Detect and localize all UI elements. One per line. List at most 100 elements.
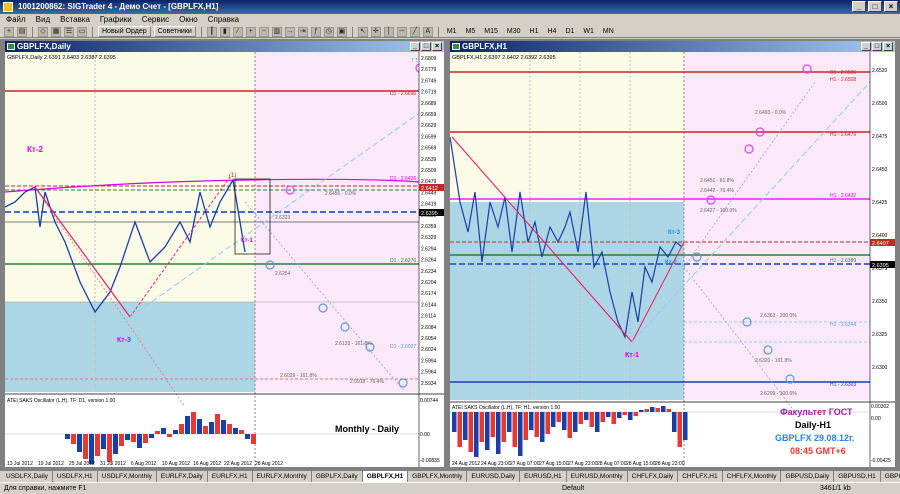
menu-help[interactable]: Справка: [208, 14, 239, 26]
status-help: Для справки, нажмите F1: [4, 485, 87, 492]
right-chart-minimize-button[interactable]: _: [861, 42, 871, 51]
new-chart-icon[interactable]: +: [4, 26, 14, 37]
chart-tabs: USDLFX,Daily USDLFX,H1 USDLFX,Monthly EURLF…: [0, 470, 900, 482]
indicators-icon[interactable]: ƒ: [310, 26, 321, 37]
tile-windows-icon[interactable]: ▥: [271, 26, 282, 37]
oscillator-bar: [179, 424, 184, 434]
timeframe-m1[interactable]: M1: [444, 26, 460, 37]
label-kt1: Кт-1: [241, 238, 254, 244]
horizontal-line-icon[interactable]: ─: [396, 26, 407, 37]
chart-tab[interactable]: CHFLFX,Daily: [628, 471, 679, 482]
oscillator-bar: [463, 412, 468, 440]
price-label: 2.6234: [421, 269, 437, 275]
maximize-button[interactable]: □: [868, 1, 882, 12]
chart-tab[interactable]: GBPUSD,Daily: [781, 471, 835, 482]
chart-tab[interactable]: USDLFX,Monthly: [98, 471, 157, 482]
left-chart-close-button[interactable]: ×: [432, 42, 442, 51]
timeframe-mn[interactable]: MN: [600, 26, 617, 37]
left-chart-canvas: GBPLFX,Daily 2.6391 2.6403 2.6387 2.6395…: [5, 52, 444, 467]
trendline-icon[interactable]: ╱: [409, 26, 420, 37]
chart-tab[interactable]: CHFLFX,Monthly: [723, 471, 782, 482]
label-d1-top: D1 - 2.6696: [390, 91, 416, 97]
chart-tab[interactable]: EURLFX,H1: [208, 471, 253, 482]
timeframe-m15[interactable]: M15: [481, 26, 501, 37]
chart-shift-icon[interactable]: ⇥: [297, 26, 308, 37]
timeframe-w1[interactable]: W1: [580, 26, 597, 37]
right-chart-window[interactable]: GBPLFX,H1 _ □ × GBPLFX,H1 2.6397 2.6402 …: [449, 40, 896, 468]
chart-tab[interactable]: GBPUSD,Monthly: [881, 471, 900, 482]
date-label: 16 Aug 2012: [193, 461, 221, 467]
price-label: 2.6475: [872, 134, 888, 140]
left-chart-controls: _ □ ×: [410, 42, 442, 51]
oscillator-bar: [221, 420, 226, 434]
right-chart-maximize-button[interactable]: □: [872, 42, 882, 51]
menu-insert[interactable]: Вставка: [60, 14, 90, 26]
timeframe-d1[interactable]: D1: [562, 26, 577, 37]
chart-tab[interactable]: GBPLFX,Daily: [312, 471, 363, 482]
oscillator-bar: [71, 434, 76, 444]
timeframe-m30[interactable]: M30: [504, 26, 524, 37]
periods-icon[interactable]: ◷: [323, 26, 334, 37]
left-chart-window[interactable]: GBPLFX,Daily _ □ × GBPLFX,Daily 2.6391 2…: [4, 40, 445, 468]
advisors-button[interactable]: Советники: [153, 26, 196, 37]
left-chart-maximize-button[interactable]: □: [421, 42, 431, 51]
label-fib2: 2.6029 - 161.8%: [280, 373, 317, 379]
line-chart-icon[interactable]: ∕: [232, 26, 243, 37]
chart-tab[interactable]: EURLFX,Daily: [157, 471, 208, 482]
menu-tools[interactable]: Сервис: [142, 14, 169, 26]
menu-window[interactable]: Окно: [179, 14, 198, 26]
bar-chart-icon[interactable]: ┃: [206, 26, 217, 37]
window-controls: _ □ ×: [852, 1, 898, 12]
oscillator-bar: [185, 416, 190, 434]
chart-tab[interactable]: USDLFX,H1: [53, 471, 98, 482]
zoom-out-icon[interactable]: −: [258, 26, 269, 37]
right-chart-close-button[interactable]: ×: [883, 42, 893, 51]
new-order-button[interactable]: Новый Ордер: [98, 26, 151, 37]
vertical-line-icon[interactable]: │: [383, 26, 394, 37]
crosshair-icon[interactable]: ✛: [370, 26, 381, 37]
autoscroll-icon[interactable]: →: [284, 26, 295, 37]
chart-tab[interactable]: EURUSD,H1: [520, 471, 567, 482]
price-label: 2.6599: [421, 134, 437, 140]
chart-tab[interactable]: CHFLFX,H1: [678, 471, 723, 482]
oscillator-bar: [545, 412, 550, 434]
chart-tab[interactable]: EURUSD,Monthly: [567, 471, 628, 482]
timeframe-h1[interactable]: H1: [527, 26, 542, 37]
left-chart-minimize-button[interactable]: _: [410, 42, 420, 51]
timeframe-h4[interactable]: H4: [545, 26, 560, 37]
menu-file[interactable]: Файл: [6, 14, 26, 26]
zoom-in-icon[interactable]: +: [245, 26, 256, 37]
label-d1-mid: D1 - 2.6426: [390, 176, 416, 182]
chart-tab[interactable]: EURUSD,Daily: [467, 471, 521, 482]
templates-icon[interactable]: ▣: [336, 26, 347, 37]
price-label: 2.6569: [421, 146, 437, 152]
chart-tab[interactable]: GBPUSD,H1: [834, 471, 881, 482]
toolbar-separator: [437, 26, 439, 37]
chart-tab[interactable]: EURLFX,Monthly: [253, 471, 312, 482]
text-icon[interactable]: A: [422, 26, 433, 37]
price-label: 2.6450: [872, 167, 888, 173]
candle-chart-icon[interactable]: ▮: [219, 26, 230, 37]
cursor-icon[interactable]: ↖: [357, 26, 368, 37]
label-kt2: Кт-2: [27, 145, 43, 154]
toolbar: + ▤ ◇ ▦ ☰ ▭ Новый Ордер Советники ┃ ▮ ∕ …: [0, 26, 900, 38]
oscillator-bar: [589, 412, 594, 427]
chart-tab[interactable]: GBPLFX,H1: [362, 471, 409, 482]
terminal-icon[interactable]: ▭: [77, 26, 87, 37]
chart-tab[interactable]: USDLFX,Daily: [2, 471, 53, 482]
navigator-icon[interactable]: ☰: [64, 26, 74, 37]
menu-charts[interactable]: Графики: [100, 14, 132, 26]
profiles-icon[interactable]: ▤: [17, 26, 27, 37]
oscillator-bar: [468, 412, 473, 452]
chart-tab[interactable]: GBPLFX,Monthly: [408, 471, 468, 482]
oscillator-bar: [457, 412, 462, 447]
close-button[interactable]: ×: [884, 1, 898, 12]
oscillator-bar: [137, 434, 142, 448]
market-watch-icon[interactable]: ◇: [38, 26, 48, 37]
label-fib-d: 2.6427 - 100.0%: [700, 208, 737, 214]
oscillator-bar: [251, 434, 256, 444]
timeframe-m5[interactable]: M5: [463, 26, 479, 37]
data-window-icon[interactable]: ▦: [51, 26, 61, 37]
minimize-button[interactable]: _: [852, 1, 866, 12]
menu-view[interactable]: Вид: [36, 14, 50, 26]
